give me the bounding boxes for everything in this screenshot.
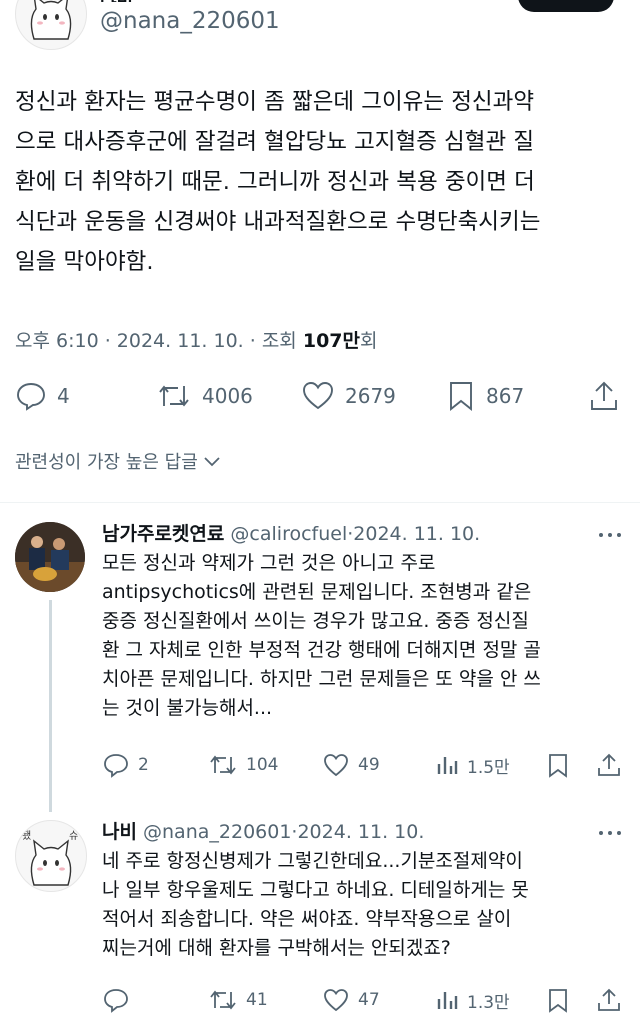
heart-icon <box>324 754 348 777</box>
tweet-text-line: 으로 대사증후군에 잘걸려 혈압당뇨 고지혈증 심혈관 질 <box>15 129 535 155</box>
like-button[interactable]: 2679 <box>301 380 396 412</box>
chevron-down-icon <box>204 457 220 467</box>
views-count: 107만 <box>302 330 360 352</box>
tweet-text: 정신과 환자는 평균수명이 좀 짧은데 그이유는 정신과약 으로 대사증후군에 … <box>15 82 625 282</box>
reply-icon <box>104 989 128 1013</box>
reply2-reply-button[interactable] <box>102 987 138 1013</box>
reply1-share-button[interactable] <box>596 752 622 778</box>
heart-icon <box>324 989 348 1012</box>
reply1-text-line: 환 그 자체로 인한 부정적 건강 행태에 더해지면 정말 골 <box>102 639 541 661</box>
like-count: 2679 <box>345 384 396 408</box>
author-handle[interactable]: @nana_220601 <box>100 6 280 36</box>
tweet-meta: 오후 6:10 · 2024. 11. 10. · 조회 107만회 <box>15 330 378 352</box>
reply1-text-line: 는 것이 불가능해서... <box>102 697 273 719</box>
tweet-time[interactable]: 오후 6:10 <box>15 330 99 352</box>
reply1-more-button[interactable] <box>597 528 623 542</box>
reply1-retweet-button[interactable]: 104 <box>208 752 278 778</box>
reply1-name[interactable]: 남가주로켓연료 <box>102 523 224 545</box>
reply2-text: 네 주로 항정신병제가 그렇긴한데요...기분조절제약이 나 일부 항우울제도 … <box>102 847 529 963</box>
views-icon <box>437 992 458 1009</box>
author-avatar[interactable] <box>15 0 87 50</box>
thread-line <box>49 600 52 812</box>
reply2-views-count: 1.3만 <box>467 992 510 1013</box>
share-icon <box>598 988 620 1011</box>
reply2-bookmark-button[interactable] <box>546 987 570 1013</box>
reply1-reply-button[interactable]: 2 <box>102 752 149 778</box>
retweet-icon <box>159 385 189 407</box>
reply2-date[interactable]: 2024. 11. 10. <box>297 821 424 843</box>
avatar-text-right: 슈 <box>69 830 78 842</box>
bookmark-icon <box>450 382 472 411</box>
views-label: 조회 <box>261 330 297 352</box>
reply1-retweet-count: 104 <box>246 755 279 775</box>
more-icon <box>599 831 621 835</box>
tweet-date[interactable]: 2024. 11. 10. <box>117 330 244 352</box>
reply2-like-button[interactable]: 47 <box>322 987 380 1013</box>
reply2-text-line: 적어서 죄송합니다. 약은 써야죠. 약부작용으로 살이 <box>102 908 512 930</box>
reply2-retweet-count: 41 <box>246 990 268 1010</box>
reply2-like-count: 47 <box>358 990 380 1010</box>
share-icon <box>598 753 620 776</box>
share-icon <box>591 381 617 410</box>
bookmark-icon <box>549 754 567 778</box>
reply-button[interactable]: 4 <box>15 380 70 412</box>
retweet-button[interactable]: 4006 <box>156 380 253 412</box>
reply1-like-count: 49 <box>358 755 380 775</box>
reply1-date[interactable]: 2024. 11. 10. <box>353 523 480 545</box>
tweet-text-line: 환에 더 취약하기 때문. 그러니까 정신과 복용 중이면 더 <box>15 169 535 195</box>
reply1-bookmark-button[interactable] <box>546 752 570 778</box>
reply2-text-line: 찌는거에 대해 환자를 구박해서는 안되겠죠? <box>102 937 451 959</box>
bookmark-count: 867 <box>486 384 525 408</box>
author-name[interactable]: 나비 <box>100 0 180 2</box>
reply1-text-line: 중증 정신질환에서 쓰이는 경우가 많고요. 중증 정신질 <box>102 610 529 632</box>
more-icon <box>599 533 621 537</box>
sort-replies-dropdown[interactable]: 관련성이 가장 높은 답글 <box>15 448 222 474</box>
reply2-share-button[interactable] <box>596 987 622 1013</box>
tweet-text-line: 정신과 환자는 평균수명이 좀 짧은데 그이유는 정신과약 <box>15 89 535 115</box>
reply2-text-line: 네 주로 항정신병제가 그렇긴한데요...기분조절제약이 <box>102 850 523 872</box>
reply2-views-button[interactable]: 1.3만 <box>435 987 510 1013</box>
reply2-more-button[interactable] <box>597 826 623 840</box>
avatar-text-left: 됐 <box>22 830 31 842</box>
reply1-like-button[interactable]: 49 <box>322 752 380 778</box>
reply-count: 4 <box>57 384 70 408</box>
retweet-icon <box>210 990 236 1010</box>
reply2-header: 나비 @nana_220601·2024. 11. 10. <box>102 821 425 843</box>
reply1-text-line: antipsychotics에 관련된 문제입니다. 조현병과 같은 <box>102 581 532 603</box>
reply-icon <box>104 754 128 778</box>
views-icon <box>437 757 458 774</box>
reply2-avatar[interactable]: 됐 슈 <box>15 820 87 892</box>
reply1-text: 모든 정신과 약제가 그런 것은 아니고 주로 antipsychotics에 … <box>102 549 541 723</box>
reply1-handle[interactable]: @calirocfuel <box>230 523 347 545</box>
bookmark-icon <box>549 989 567 1013</box>
sort-label: 관련성이 가장 높은 답글 <box>15 452 198 473</box>
reply2-retweet-button[interactable]: 41 <box>208 987 268 1013</box>
reply2-handle[interactable]: @nana_220601 <box>143 821 291 843</box>
bookmark-button[interactable]: 867 <box>446 380 524 412</box>
reply1-views-count: 1.5만 <box>467 757 510 778</box>
retweet-icon <box>210 755 236 775</box>
reply1-avatar[interactable] <box>15 522 85 592</box>
views-suffix: 회 <box>360 330 378 352</box>
reply-icon <box>17 383 45 411</box>
heart-icon <box>303 382 333 410</box>
reply2-text-line: 나 일부 항우울제도 그렇다고 하네요. 디테일하게는 못 <box>102 879 529 901</box>
tweet-text-line: 일을 막아야함. <box>15 249 154 275</box>
reply1-text-line: 모든 정신과 약제가 그런 것은 아니고 주로 <box>102 552 436 574</box>
divider <box>0 502 640 503</box>
reply1-text-line: 치아픈 문제입니다. 하지만 그런 문제들은 또 약을 안 쓰 <box>102 668 541 690</box>
reply1-reply-count: 2 <box>138 755 149 775</box>
reply1-header: 남가주로켓연료 @calirocfuel·2024. 11. 10. <box>102 523 481 545</box>
follow-button[interactable] <box>518 0 614 12</box>
reply1-views-button[interactable]: 1.5만 <box>435 752 510 778</box>
retweet-count: 4006 <box>202 384 253 408</box>
tweet-text-line: 식단과 운동을 신경써야 내과적질환으로 수명단축시키는 <box>15 209 541 235</box>
reply2-name[interactable]: 나비 <box>102 821 137 843</box>
share-button[interactable] <box>588 380 620 412</box>
